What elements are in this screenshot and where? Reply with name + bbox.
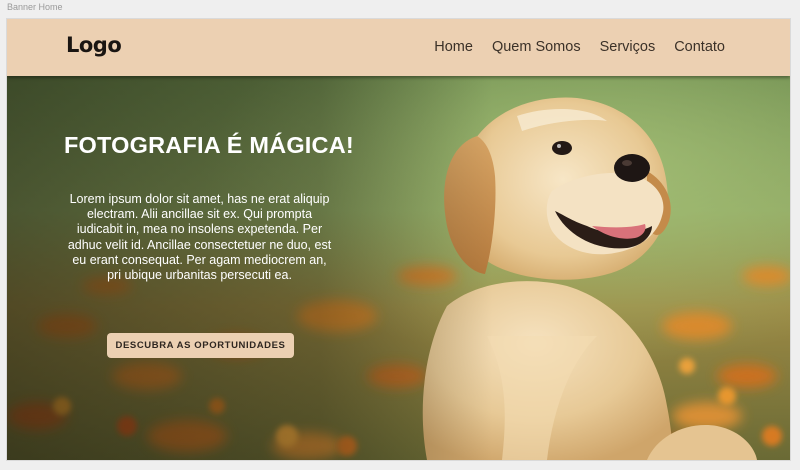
discover-opportunities-button[interactable]: DESCUBRA AS OPORTUNIDADES <box>107 333 294 358</box>
frame-label: Banner Home <box>7 2 63 12</box>
logo[interactable]: Logo <box>66 33 122 57</box>
hero-banner: FOTOGRAFIA É MÁGICA! Lorem ipsum dolor s… <box>7 76 790 460</box>
hero-description: Lorem ipsum dolor sit amet, has ne erat … <box>67 192 332 283</box>
main-nav: Home Quem Somos Serviços Contato <box>434 39 725 55</box>
nav-item-servicos[interactable]: Serviços <box>600 39 656 55</box>
nav-item-quem-somos[interactable]: Quem Somos <box>492 39 581 55</box>
hero-title: FOTOGRAFIA É MÁGICA! <box>64 132 354 158</box>
site-header: Logo Home Quem Somos Serviços Contato <box>7 19 790 76</box>
banner-home-frame: Logo Home Quem Somos Serviços Contato FO… <box>7 19 790 460</box>
nav-item-home[interactable]: Home <box>434 39 473 55</box>
nav-item-contato[interactable]: Contato <box>674 39 725 55</box>
